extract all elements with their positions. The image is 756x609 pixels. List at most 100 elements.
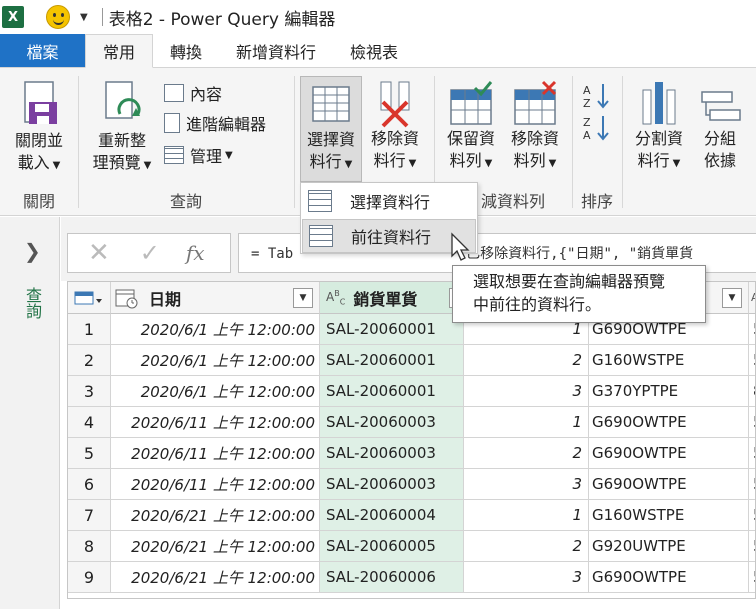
sort-descending-icon: Z A (583, 116, 609, 142)
next-column-cell[interactable]: 5 (749, 500, 755, 531)
sales-order-cell[interactable]: SAL-20060003 (320, 438, 464, 469)
line-number-cell[interactable]: 2 (464, 438, 589, 469)
row-number-cell[interactable]: 2 (68, 345, 111, 376)
row-number-cell[interactable]: 8 (68, 531, 111, 562)
line-number-cell[interactable]: 3 (464, 376, 589, 407)
keep-rows-button[interactable]: 保留資 料列 ▼ (440, 76, 502, 182)
column-filter-dropdown-icon[interactable]: ▼ (293, 288, 313, 308)
product-code-cell[interactable]: G690OWTPE (589, 407, 749, 438)
row-number-cell[interactable]: 7 (68, 500, 111, 531)
next-column-cell[interactable]: 5 (749, 438, 755, 469)
confirm-check-icon[interactable]: ✓ (140, 239, 160, 267)
group-separator (622, 76, 623, 208)
close-load-button[interactable]: 關閉並 載入 ▼ (4, 76, 74, 184)
row-number-cell[interactable]: 9 (68, 562, 111, 593)
date-cell[interactable]: 2020/6/1 上午 12:00:00 (111, 345, 320, 376)
table-row: 8 2020/6/21 上午 12:00:00 SAL-20060005 2 G920U… (68, 531, 755, 562)
group-by-button[interactable]: 分組 依據 (692, 76, 748, 182)
menu-item-label: 選擇資料行 (350, 193, 431, 212)
next-column-cell[interactable]: 5 (749, 562, 755, 593)
table-row: 3 2020/6/1 上午 12:00:00 SAL-20060001 3 G370YP… (68, 376, 755, 407)
line-number-cell[interactable]: 1 (464, 500, 589, 531)
ribbon-tabs: 檔案 常用 轉換 新增資料行 檢視表 (0, 34, 756, 68)
sort-ascending-button[interactable]: A Z (580, 80, 612, 110)
next-column-cell[interactable]: 5 (749, 314, 755, 345)
sales-order-cell[interactable]: SAL-20060003 (320, 407, 464, 438)
product-code-cell[interactable]: G370YPTPE (589, 376, 749, 407)
date-cell[interactable]: 2020/6/21 上午 12:00:00 (111, 562, 320, 593)
date-cell[interactable]: 2020/6/21 上午 12:00:00 (111, 531, 320, 562)
sales-order-cell[interactable]: SAL-20060001 (320, 345, 464, 376)
product-code-cell[interactable]: G160WSTPE (589, 345, 749, 376)
line-number-cell[interactable]: 3 (464, 469, 589, 500)
column-header-sales-order[interactable]: ABC 銷貨單貨 ▼ (320, 282, 469, 314)
fx-icon[interactable]: fx (186, 241, 205, 265)
group-label-query: 查詢 (169, 192, 202, 211)
expand-chevron-icon[interactable]: ❯ (24, 239, 41, 263)
split-column-button[interactable]: 分割資 料行 ▼ (628, 76, 690, 182)
date-cell[interactable]: 2020/6/1 上午 12:00:00 (111, 314, 320, 345)
tab-add-column[interactable]: 新增資料行 (219, 34, 333, 67)
feedback-smiley-icon[interactable] (46, 5, 70, 29)
row-number-cell[interactable]: 1 (68, 314, 111, 345)
line-number-cell[interactable]: 3 (464, 562, 589, 593)
column-header-date[interactable]: 日期 ▼ (111, 282, 320, 314)
sort-descending-button[interactable]: Z A (580, 112, 612, 142)
properties-button[interactable]: 內容 (164, 80, 222, 106)
product-code-cell[interactable]: G160WSTPE (589, 500, 749, 531)
quick-access-dropdown-icon[interactable]: ▼ (80, 12, 88, 23)
column-header-5[interactable]: A (749, 282, 755, 314)
cancel-icon[interactable]: ✕ (88, 238, 110, 268)
line-number-cell[interactable]: 2 (464, 531, 589, 562)
product-code-cell[interactable]: G690OWTPE (589, 469, 749, 500)
sales-order-cell[interactable]: SAL-20060005 (320, 531, 464, 562)
next-column-cell[interactable]: 5 (749, 345, 755, 376)
line-number-cell[interactable]: 2 (464, 345, 589, 376)
row-number-cell[interactable]: 4 (68, 407, 111, 438)
tab-home[interactable]: 常用 (85, 34, 154, 68)
remove-rows-button[interactable]: 移除資 料列 ▼ (504, 76, 566, 182)
tab-file[interactable]: 檔案 (0, 34, 85, 67)
date-cell[interactable]: 2020/6/11 上午 12:00:00 (111, 438, 320, 469)
line-number-cell[interactable]: 1 (464, 407, 589, 438)
next-column-cell[interactable]: 8 (749, 376, 755, 407)
row-number-cell[interactable]: 6 (68, 469, 111, 500)
column-filter-dropdown-icon[interactable]: ▼ (722, 288, 742, 308)
tooltip: 選取想要在查詢編輯器預覽 中前往的資料行。 (452, 265, 706, 323)
refresh-line2: 理預覽 (92, 153, 141, 172)
advanced-editor-button[interactable]: 進階編輯器 (164, 110, 266, 136)
date-cell[interactable]: 2020/6/11 上午 12:00:00 (111, 407, 320, 438)
choose-columns-button[interactable]: 選擇資 料行 ▼ (300, 76, 362, 182)
sales-order-cell[interactable]: SAL-20060001 (320, 376, 464, 407)
row-number-cell[interactable]: 3 (68, 376, 111, 407)
product-code-cell[interactable]: G690OWTPE (589, 562, 749, 593)
menu-item-choose-columns[interactable]: 選擇資料行 (302, 184, 476, 218)
tab-view[interactable]: 檢視表 (333, 34, 415, 67)
refresh-preview-button[interactable]: 重新整 理預覽 ▼ (86, 76, 158, 184)
sales-order-cell[interactable]: SAL-20060006 (320, 562, 464, 593)
remove-columns-button[interactable]: 移除資 料行 ▼ (364, 76, 426, 182)
next-column-cell[interactable]: 5 (749, 531, 755, 562)
table-row: 4 2020/6/11 上午 12:00:00 SAL-20060003 1 G690O… (68, 407, 755, 438)
date-cell[interactable]: 2020/6/21 上午 12:00:00 (111, 500, 320, 531)
grid-corner[interactable] (68, 282, 111, 314)
product-code-cell[interactable]: G920UWTPE (589, 531, 749, 562)
date-cell[interactable]: 2020/6/1 上午 12:00:00 (111, 376, 320, 407)
sales-order-cell[interactable]: SAL-20060003 (320, 469, 464, 500)
table-menu-icon (74, 291, 102, 304)
row-number-cell[interactable]: 5 (68, 438, 111, 469)
next-column-cell[interactable]: 5 (749, 469, 755, 500)
date-cell[interactable]: 2020/6/11 上午 12:00:00 (111, 469, 320, 500)
split-column-icon (642, 82, 676, 125)
tab-transform[interactable]: 轉換 (153, 34, 219, 67)
excel-app-icon[interactable]: X (2, 6, 24, 28)
product-code-cell[interactable]: G690OWTPE (589, 438, 749, 469)
next-column-cell[interactable]: 5 (749, 407, 755, 438)
sales-order-cell[interactable]: SAL-20060001 (320, 314, 464, 345)
remove-columns-icon (380, 81, 410, 128)
sales-order-cell[interactable]: SAL-20060004 (320, 500, 464, 531)
advanced-editor-icon (164, 113, 180, 133)
manage-button[interactable]: 管理 ▼ (164, 142, 233, 168)
chevron-down-icon: ▼ (672, 158, 681, 169)
chevron-down-icon: ▼ (225, 149, 233, 161)
